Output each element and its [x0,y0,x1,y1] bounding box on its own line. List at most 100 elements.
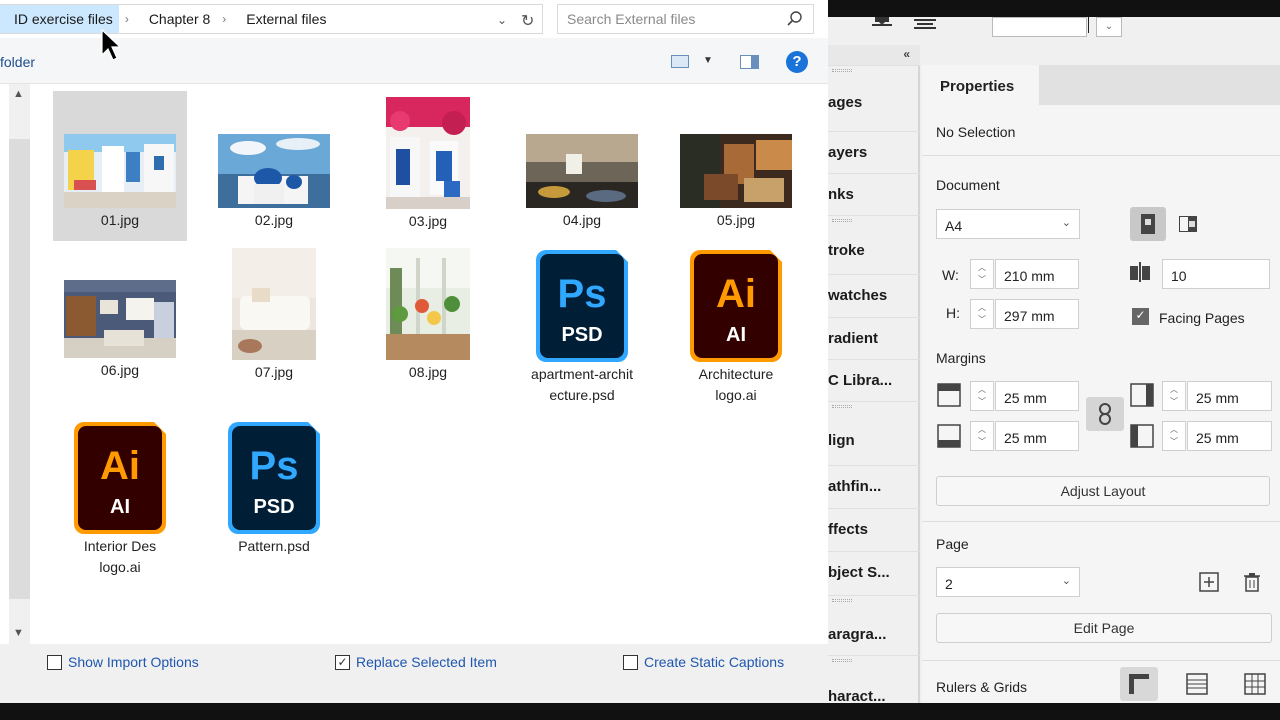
grip-icon[interactable] [832,219,852,222]
chain-link-icon[interactable] [1093,402,1117,426]
refresh-icon[interactable]: ↻ [521,11,534,31]
navigation-scrollbar[interactable]: ▲ ▼ [9,84,30,644]
margin-right-field[interactable]: 25 mm [1187,381,1272,411]
change-view-icon[interactable] [671,55,689,68]
file-tile[interactable]: Ai AI Architecture logo.ai [669,244,803,419]
width-stepper[interactable]: ︿ ﹀ [970,259,994,289]
breadcrumb-chapter-8[interactable]: Chapter 8 [135,11,216,27]
portrait-icon[interactable] [1136,212,1160,236]
height-stepper[interactable]: ︿ ﹀ [970,299,994,329]
dock-label[interactable]: aragra... [828,626,886,643]
add-page-icon[interactable] [1198,571,1220,593]
margin-top-field[interactable]: 25 mm [995,381,1079,411]
chevron-down-icon[interactable]: ⌄ [1062,574,1071,587]
chevron-down-icon[interactable]: ⌄ [1062,216,1071,229]
address-bar[interactable]: ID exercise files › Chapter 8 › External… [0,4,543,34]
file-tile[interactable]: Ps PSD Pattern.psd [207,416,341,591]
scrollbar-thumb[interactable] [9,139,30,599]
file-tile[interactable]: 05.jpg [669,91,803,241]
dock-label[interactable]: ayers [828,144,867,161]
margin-top-stepper[interactable]: ︿ ﹀ [970,381,994,411]
file-tile[interactable]: 01.jpg [53,91,187,241]
search-input[interactable]: Search External files [557,4,814,34]
margin-bottom-field[interactable]: 25 mm [995,421,1079,451]
grip-icon[interactable] [832,405,852,408]
dock-label[interactable]: ffects [828,521,868,538]
file-tile[interactable]: 04.jpg [515,91,649,241]
dock-object-styles[interactable]: bject S... [828,551,920,593]
checkbox-unchecked-icon[interactable] [623,654,638,670]
dock-links[interactable]: nks [828,173,920,215]
dock-effects[interactable]: ffects [828,508,920,550]
navigation-pane-edge[interactable] [0,84,9,644]
dock-character[interactable]: haract... [828,655,920,705]
collapse-panels-icon[interactable]: « [903,47,910,61]
dock-label[interactable]: watches [828,287,887,304]
margin-left-field[interactable]: 25 mm [1187,421,1272,451]
panel-collapse-bar[interactable]: « [828,45,920,65]
checkmark-icon[interactable]: ✓ [335,654,350,670]
grip-icon[interactable] [832,69,852,72]
page-dropdown[interactable]: 2 ⌄ [936,567,1080,597]
grip-icon[interactable] [832,659,852,662]
show-import-options-checkbox[interactable]: Show Import Options [47,654,199,670]
height-field[interactable]: 297 mm [995,299,1079,329]
chevron-down-icon[interactable]: ⌄ [497,13,507,27]
file-tile[interactable]: Ps PSD apartment-archit ecture.psd [515,244,649,419]
dock-swatches[interactable]: watches [828,274,920,316]
file-tile[interactable]: 08.jpg [361,244,495,394]
margin-left-stepper[interactable]: ︿ ﹀ [1162,421,1186,451]
help-icon[interactable]: ? [786,51,808,73]
adjust-layout-button[interactable]: Adjust Layout [936,476,1270,506]
dock-label[interactable]: bject S... [828,564,890,581]
margin-right-stepper[interactable]: ︿ ﹀ [1162,381,1186,411]
width-field[interactable]: 210 mm [995,259,1079,289]
dock-label[interactable]: troke [828,242,865,259]
file-tile[interactable]: 02.jpg [207,91,341,241]
dock-pathfinder[interactable]: athfin... [828,465,920,507]
chevron-right-icon[interactable]: › [216,12,232,26]
trash-icon[interactable] [1241,571,1263,593]
control-input[interactable] [992,17,1087,37]
preview-pane-icon[interactable] [740,55,759,69]
show-import-options-label[interactable]: Show Import Options [68,654,199,670]
edit-page-button[interactable]: Edit Page [936,613,1272,643]
breadcrumb-external-files[interactable]: External files [232,11,332,27]
file-tile[interactable]: 03.jpg [361,91,495,241]
dock-gradient[interactable]: radient [828,317,920,359]
dock-stroke[interactable]: troke [828,215,920,279]
document-grid-icon[interactable] [1243,672,1267,696]
create-static-captions-label[interactable]: Create Static Captions [644,654,784,670]
dock-label[interactable]: C Libra... [828,372,892,389]
dock-label[interactable]: ages [828,94,862,111]
search-icon[interactable] [787,11,803,27]
baseline-grid-icon[interactable] [1185,672,1209,696]
landscape-icon[interactable] [1176,212,1200,236]
checkbox-unchecked-icon[interactable] [47,654,62,670]
file-tile[interactable]: 07.jpg [207,244,341,394]
scroll-down-icon[interactable]: ▼ [13,627,24,639]
facing-pages-checkmark-icon[interactable]: ✓ [1132,308,1149,325]
tab-properties[interactable]: Properties [922,65,1039,105]
margin-bottom-stepper[interactable]: ︿ ﹀ [970,421,994,451]
dock-layers[interactable]: ayers [828,131,920,173]
number-of-pages-field[interactable]: 10 [1162,259,1270,289]
dock-paragraph[interactable]: aragra... [828,595,920,655]
dock-label[interactable]: radient [828,330,878,347]
file-tile[interactable]: 06.jpg [53,244,187,394]
dock-align[interactable]: lign [828,401,920,465]
scroll-up-icon[interactable]: ▲ [13,88,24,100]
replace-selected-item-label[interactable]: Replace Selected Item [356,654,497,670]
dock-label[interactable]: nks [828,186,854,203]
view-options-dropdown-icon[interactable]: ▼ [703,55,713,66]
align-icon[interactable] [872,17,892,31]
replace-selected-item-checkbox[interactable]: ✓ Replace Selected Item [335,654,497,670]
ruler-icon[interactable] [1127,672,1151,696]
dock-label[interactable]: athfin... [828,478,881,495]
dock-cc-libraries[interactable]: C Libra... [828,359,920,401]
grip-icon[interactable] [832,599,852,602]
create-static-captions-checkbox[interactable]: Create Static Captions [623,654,784,670]
distribute-icon[interactable] [914,17,936,31]
chevron-down-icon[interactable]: ⌄ [1096,17,1122,37]
file-tile[interactable]: Ai AI Interior Des logo.ai [53,416,187,591]
